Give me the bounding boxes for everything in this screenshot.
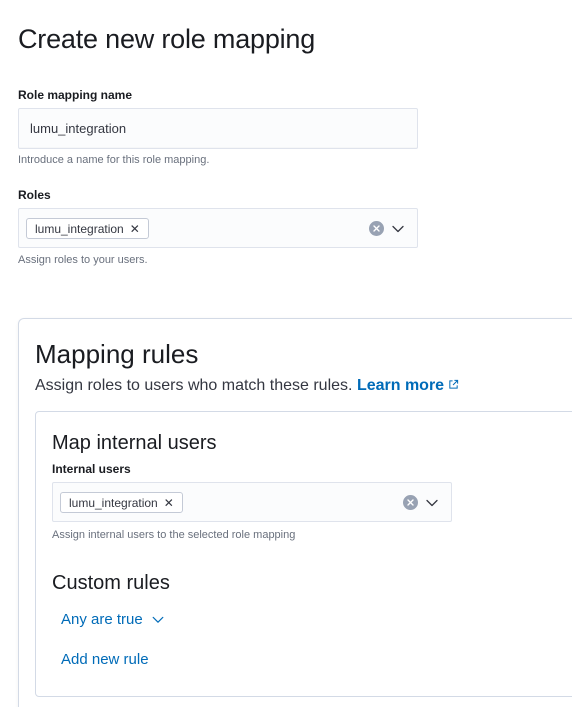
mapping-rules-description: Assign roles to users who match these ru…	[35, 377, 459, 395]
cross-icon[interactable]: ✕	[130, 223, 140, 235]
map-internal-users-title: Map internal users	[52, 432, 217, 454]
learn-more-label: Learn more	[356, 377, 445, 395]
internal-users-combobox[interactable]: lumu_integration ✕	[52, 482, 452, 522]
roles-combobox[interactable]: lumu_integration ✕	[18, 208, 418, 248]
chevron-down-icon[interactable]	[390, 221, 406, 237]
create-role-mapping-page: Create new role mapping Role mapping nam…	[0, 0, 572, 707]
role-pill: lumu_integration ✕	[26, 218, 149, 239]
chevron-down-icon[interactable]	[424, 495, 440, 511]
chevron-down-icon	[151, 613, 165, 627]
roles-help: Assign roles to your users.	[18, 254, 148, 266]
map-internal-users-panel: Map internal users Internal users lumu_i…	[35, 411, 572, 697]
internal-user-pill-label: lumu_integration	[69, 495, 158, 510]
page-title: Create new role mapping	[18, 24, 316, 54]
internal-users-label: Internal users	[52, 462, 131, 476]
role-mapping-name-label: Role mapping name	[18, 88, 133, 102]
mapping-rules-title: Mapping rules	[35, 339, 199, 369]
internal-users-help: Assign internal users to the selected ro…	[52, 529, 296, 541]
mapping-rules-panel: Mapping rules Assign roles to users who …	[18, 318, 572, 707]
clear-circle-icon[interactable]	[369, 221, 384, 236]
internal-user-pill: lumu_integration ✕	[60, 492, 183, 513]
role-mapping-name-help: Introduce a name for this role mapping.	[18, 154, 210, 166]
role-pill-label: lumu_integration	[35, 221, 124, 236]
learn-more-link[interactable]: Learn more	[357, 377, 459, 394]
external-link-icon	[448, 377, 459, 395]
clear-circle-icon[interactable]	[403, 495, 418, 510]
role-mapping-name-input[interactable]	[18, 108, 418, 149]
roles-label: Roles	[18, 188, 51, 202]
add-new-rule-label: Add new rule	[61, 651, 149, 668]
cross-icon[interactable]: ✕	[164, 497, 174, 509]
custom-rules-title: Custom rules	[52, 572, 170, 594]
mapping-rules-description-text: Assign roles to users who match these ru…	[35, 377, 353, 395]
add-new-rule-button[interactable]: Add new rule	[61, 651, 149, 668]
any-are-true-label: Any are true	[61, 611, 143, 628]
any-are-true-dropdown[interactable]: Any are true	[61, 611, 165, 628]
